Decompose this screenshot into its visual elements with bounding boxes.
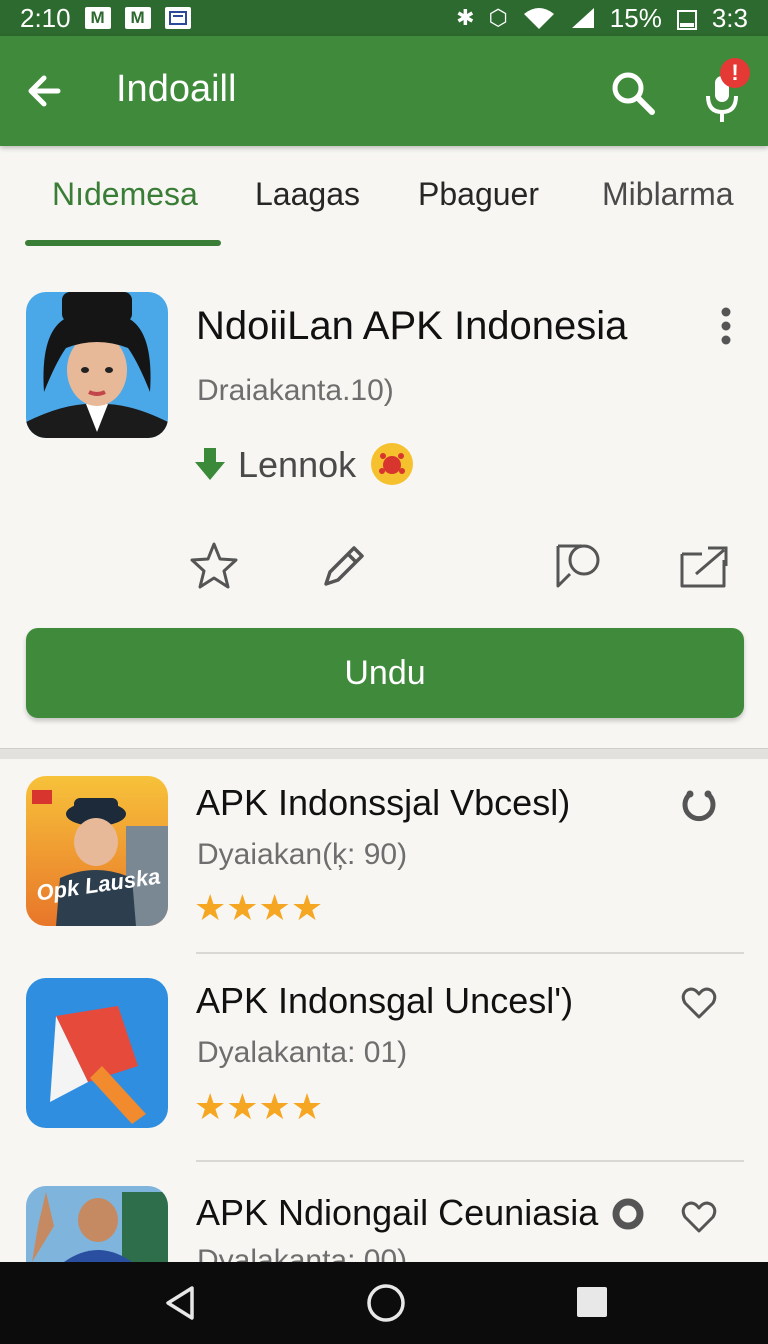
tab-nidemesa[interactable]: Nıdemesa (52, 176, 198, 213)
list-item-title: APK Ndiongail Ceuniasia (196, 1192, 599, 1233)
loading-icon[interactable] (680, 786, 718, 824)
featured-app-subtitle: Draiakanta.10) (197, 374, 394, 407)
signal-icon (571, 8, 594, 28)
list-item-subtitle: Dyalakanta: 01) (197, 1036, 408, 1069)
edit-icon[interactable] (318, 540, 370, 592)
notification-badge: ! (720, 58, 750, 88)
status-bar: 2:10 M M ✱ ⬡ 15% 3:3 (0, 0, 768, 36)
nav-home-icon[interactable] (364, 1281, 408, 1325)
list-item-title: APK Indonsgal Uncesl') (196, 980, 574, 1021)
share-icon[interactable] (678, 540, 730, 592)
navigation-bar (0, 1262, 768, 1344)
sync-icon: ⬡ (488, 5, 508, 30)
install-button[interactable]: Undu (26, 628, 744, 718)
active-tab-indicator (25, 240, 221, 246)
list-app-icon[interactable]: Opk Lauska (26, 776, 168, 926)
gmail-notification-icon: M (84, 7, 111, 29)
app-bar: Indoaill ! (0, 36, 768, 146)
settings-gear-icon[interactable] (610, 1196, 646, 1232)
tab-pbaguer[interactable]: Pbaguer (418, 176, 539, 213)
battery-percent: 15% (609, 2, 662, 33)
tab-bar: Nıdemesa Laagas Pbaguer Miblarma (0, 150, 768, 250)
app-bar-title: Indoaill (116, 68, 237, 110)
tab-miblarma[interactable]: Miblarma (602, 176, 734, 213)
heart-icon[interactable] (680, 984, 718, 1022)
emoji-icon (371, 443, 413, 485)
heart-icon[interactable] (680, 1198, 718, 1236)
rating-stars: ★★★★ (194, 1086, 324, 1127)
news-notification-icon (164, 7, 191, 29)
nav-recent-icon[interactable] (574, 1284, 610, 1320)
list-separator (196, 1160, 744, 1162)
list-separator (196, 952, 744, 954)
status-clock-right: 3:3 (711, 2, 748, 33)
download-icon (195, 448, 225, 480)
list-app-icon[interactable] (26, 1186, 168, 1262)
list-item-subtitle: Dyaiakan(ķ: 90) (197, 838, 408, 871)
chat-icon[interactable] (552, 540, 604, 592)
list-item-title: APK Indonssjal Vbcesl) (196, 782, 571, 823)
gmail-notification-icon: M (124, 7, 151, 29)
download-label: Lennok (238, 444, 357, 485)
star-icon[interactable] (188, 540, 240, 592)
section-divider (0, 748, 768, 759)
featured-app-icon[interactable] (26, 292, 168, 438)
tab-laagas[interactable]: Laagas (255, 176, 360, 213)
search-icon[interactable] (608, 68, 656, 116)
bluetooth-icon: ✱ (456, 5, 475, 30)
nav-back-icon[interactable] (160, 1282, 202, 1324)
status-time: 2:10 (20, 2, 71, 33)
rating-stars: ★★★★ (194, 887, 324, 928)
list-item-subtitle: Dyalakanta: 00) (197, 1244, 408, 1262)
wifi-icon (523, 8, 554, 29)
battery-icon (676, 10, 697, 30)
featured-app-title: NdoiiLan APK Indonesia (196, 304, 628, 348)
more-vert-icon[interactable] (712, 304, 740, 348)
list-app-icon[interactable] (26, 978, 168, 1128)
back-arrow-icon[interactable] (22, 68, 68, 114)
